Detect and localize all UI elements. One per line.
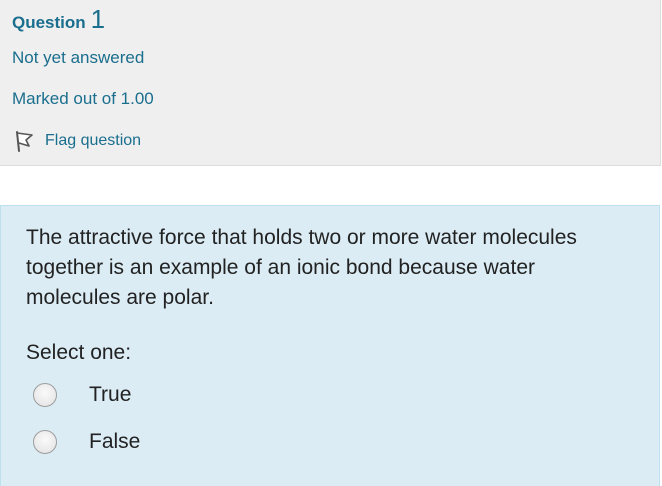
answer-label-false[interactable]: False bbox=[89, 430, 140, 454]
answer-option-true[interactable]: True bbox=[33, 383, 131, 407]
question-label: Question bbox=[12, 13, 86, 32]
question-state: Not yet answered bbox=[12, 48, 145, 67]
flag-icon bbox=[12, 129, 36, 153]
radio-true[interactable] bbox=[33, 383, 57, 407]
answer-label-true[interactable]: True bbox=[89, 383, 131, 407]
question-grade: Marked out of 1.00 bbox=[12, 89, 154, 108]
question-number: 1 bbox=[90, 4, 106, 34]
question-content-panel: The attractive force that holds two or m… bbox=[0, 205, 660, 486]
answer-option-false[interactable]: False bbox=[33, 430, 140, 454]
radio-false[interactable] bbox=[33, 430, 57, 454]
question-heading: Question 1 bbox=[12, 4, 105, 35]
answer-prompt: Select one: bbox=[26, 341, 132, 364]
flag-question-label: Flag question bbox=[45, 132, 142, 149]
question-info-panel: Question 1 Not yet answered Marked out of… bbox=[0, 0, 661, 166]
question-text: The attractive force that holds two or m… bbox=[26, 226, 577, 309]
flag-question-link[interactable]: Flag question bbox=[12, 128, 141, 154]
